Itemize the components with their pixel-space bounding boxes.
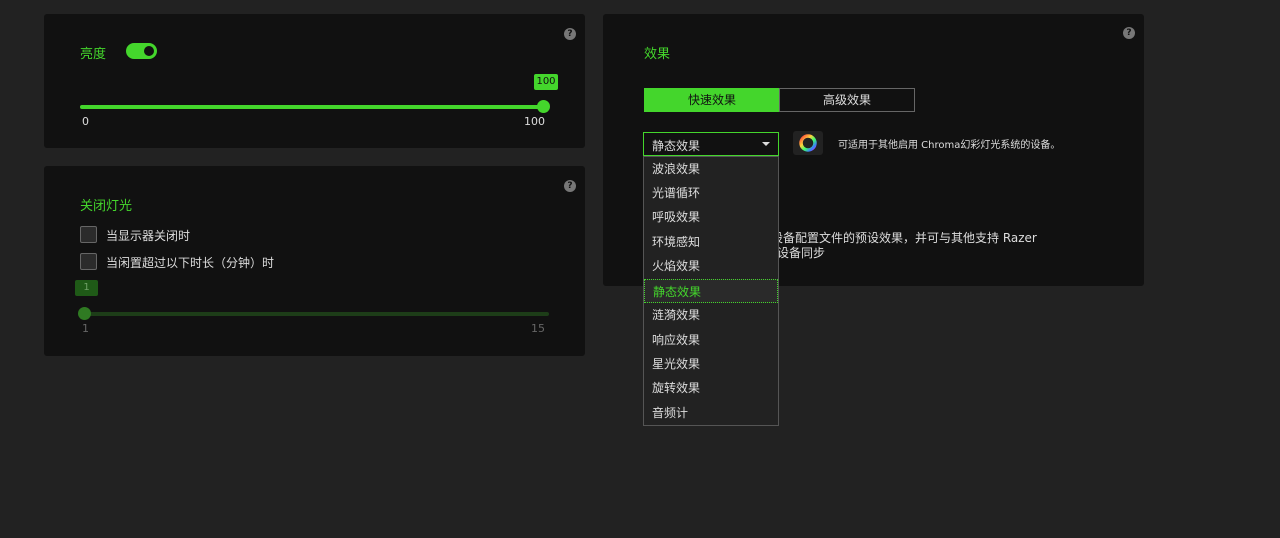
- menu-item-ambient[interactable]: 环境感知: [644, 230, 778, 254]
- effect-dropdown[interactable]: 静态效果: [643, 132, 779, 156]
- effect-dropdown-menu: 波浪效果 光谱循环 呼吸效果 环境感知 火焰效果 静态效果 涟漪效果 响应效果 …: [643, 156, 779, 426]
- idle-value-bubble: 1: [75, 280, 98, 296]
- toggle-knob: [144, 46, 154, 56]
- help-icon[interactable]: ?: [1123, 27, 1135, 39]
- menu-item-starlight[interactable]: 星光效果: [644, 352, 778, 376]
- brightness-slider-thumb[interactable]: [537, 100, 550, 113]
- menu-item-reactive[interactable]: 响应效果: [644, 328, 778, 352]
- help-icon[interactable]: ?: [564, 28, 576, 40]
- brightness-slider-track[interactable]: [80, 105, 544, 109]
- effects-title: 效果: [644, 47, 671, 62]
- idle-slider-thumb[interactable]: [78, 307, 91, 320]
- brightness-title: 亮度: [80, 47, 107, 62]
- chroma-note: 可适用于其他启用 Chroma幻彩灯光系统的设备。: [838, 140, 1061, 151]
- idle-slider-track[interactable]: [84, 312, 549, 316]
- display-off-label: 当显示器关闭时: [106, 229, 191, 243]
- idle-label: 当闲置超过以下时长（分钟）时: [106, 256, 275, 270]
- menu-item-wave[interactable]: 波浪效果: [644, 157, 778, 181]
- lights-off-title: 关闭灯光: [80, 199, 133, 214]
- menu-item-fire[interactable]: 火焰效果: [644, 254, 778, 278]
- menu-item-audio-meter[interactable]: 音频计: [644, 401, 778, 425]
- chevron-down-icon: [762, 142, 770, 146]
- menu-item-spectrum[interactable]: 光谱循环: [644, 181, 778, 205]
- menu-item-rotation[interactable]: 旋转效果: [644, 376, 778, 400]
- brightness-panel: ? 亮度 100 0 100: [44, 14, 585, 148]
- idle-min-label: 1: [82, 322, 89, 335]
- brightness-value-bubble: 100: [534, 74, 558, 90]
- brightness-max-label: 100: [524, 115, 545, 128]
- brightness-min-label: 0: [82, 115, 89, 128]
- help-icon[interactable]: ?: [564, 180, 576, 192]
- menu-item-ripple[interactable]: 涟漪效果: [644, 303, 778, 327]
- display-off-checkbox[interactable]: [80, 226, 97, 243]
- tab-advanced-effects[interactable]: 高级效果: [779, 88, 915, 112]
- tab-quick-effects[interactable]: 快速效果: [644, 88, 780, 112]
- lights-off-panel: ? 关闭灯光 当显示器关闭时 当闲置超过以下时长（分钟）时 1 1 15: [44, 166, 585, 356]
- idle-checkbox[interactable]: [80, 253, 97, 270]
- effect-dropdown-value: 静态效果: [652, 139, 701, 153]
- menu-item-static[interactable]: 静态效果: [644, 279, 778, 303]
- idle-max-label: 15: [531, 322, 545, 335]
- effect-description-line2: 设备同步: [777, 246, 826, 260]
- menu-item-breathing[interactable]: 呼吸效果: [644, 205, 778, 229]
- chroma-color-wheel-icon[interactable]: [793, 131, 823, 155]
- brightness-toggle[interactable]: [126, 43, 157, 59]
